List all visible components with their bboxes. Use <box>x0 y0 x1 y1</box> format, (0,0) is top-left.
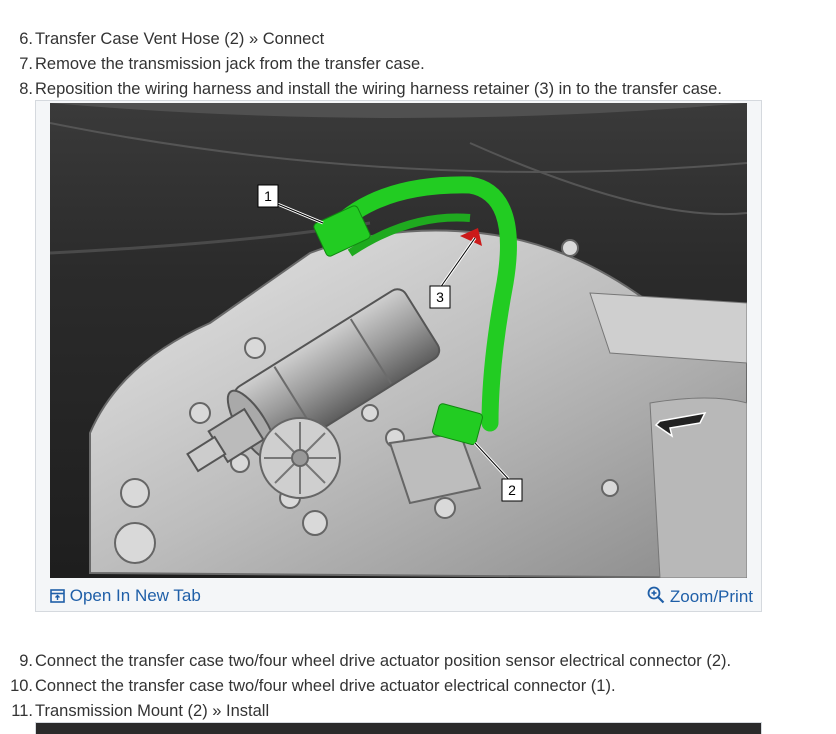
zoom-print-label: Zoom/Print <box>669 587 753 606</box>
callout-1-label: 1 <box>264 188 272 204</box>
step-number: 9. <box>19 652 33 670</box>
illustration-figure: 1 3 2 Open In New Tab Zoom/Print <box>35 100 762 612</box>
step-number: 11. <box>11 702 33 720</box>
figure-toolbar: Open In New Tab Zoom/Print <box>36 578 761 613</box>
transfer-case-illustration[interactable]: 1 3 2 <box>50 103 747 578</box>
open-in-new-tab-link[interactable]: Open In New Tab <box>50 586 201 606</box>
transfer-case-drawing: 1 3 2 <box>50 103 747 578</box>
step-number: 8. <box>19 80 33 98</box>
open-new-tab-icon <box>50 589 65 603</box>
step-number: 7. <box>19 55 33 73</box>
step-text: Reposition the wiring harness and instal… <box>35 80 722 98</box>
step-text: Transfer Case Vent Hose (2) » Connect <box>35 30 325 48</box>
zoom-in-icon <box>647 586 665 604</box>
next-illustration-figure <box>35 722 762 734</box>
step-text: Transmission Mount (2) » Install <box>35 702 270 720</box>
open-in-new-tab-label: Open In New Tab <box>69 586 201 605</box>
callout-3-label: 3 <box>436 289 444 305</box>
callout-2-label: 2 <box>508 482 516 498</box>
step-text: Connect the transfer case two/four wheel… <box>35 652 732 670</box>
step-number: 6. <box>19 30 33 48</box>
step-number: 10. <box>10 677 33 695</box>
step-text: Connect the transfer case two/four wheel… <box>35 677 616 695</box>
zoom-print-link[interactable]: Zoom/Print <box>647 586 753 607</box>
step-text: Remove the transmission jack from the tr… <box>35 55 425 73</box>
